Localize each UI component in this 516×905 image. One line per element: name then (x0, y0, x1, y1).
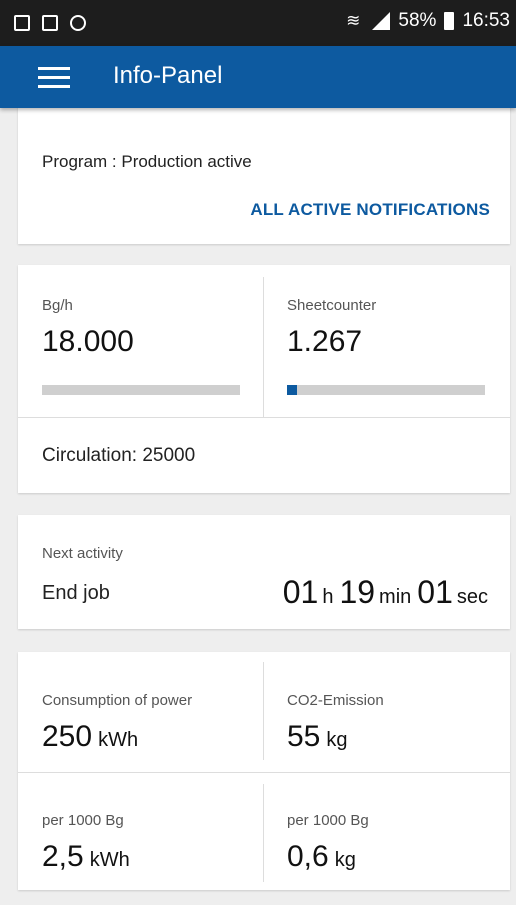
minutes-unit: min (379, 586, 412, 608)
power-number: 250 (42, 720, 93, 753)
seconds-value: 01 (417, 574, 453, 610)
divider (263, 784, 264, 882)
status-bar: ≋ 58% 16:53 (0, 0, 516, 46)
co2-per-unit: kg (334, 849, 356, 871)
sheetcounter-progress-bar (287, 385, 485, 395)
co2-number: 55 (287, 720, 321, 753)
app-bar: Info-Panel (0, 46, 516, 108)
program-status: Program : Production active (42, 152, 252, 171)
battery-percent: 58% (398, 10, 437, 31)
power-per-label: per 1000 Bg (42, 812, 124, 829)
production-card: Bg/h 18.000 Sheetcounter 1.267 Circulati… (18, 265, 510, 493)
power-per-value: 2,5 kWh (42, 840, 130, 874)
clock: 16:53 (462, 10, 510, 31)
circulation-text: Circulation: 25000 (42, 445, 196, 466)
next-activity-label: Next activity (42, 545, 123, 562)
power-value: 250 kWh (42, 720, 138, 754)
notification-card: Last notification 4:04:00 AM 2/3 Program… (18, 100, 510, 244)
sheetcounter-progress-fill (287, 385, 297, 395)
bgh-label: Bg/h (42, 297, 73, 314)
power-label: Consumption of power (42, 692, 193, 709)
power-unit: kWh (98, 729, 139, 751)
hours-value: 01 (282, 574, 319, 610)
page-title: Info-Panel (113, 62, 223, 89)
power-per-unit: kWh (89, 849, 130, 871)
bgh-value: 18.000 (42, 325, 134, 358)
battery-icon (444, 12, 455, 30)
download-icon (14, 15, 30, 31)
divider (263, 277, 264, 417)
countdown-timer: 01 h 19 min 01 sec (283, 574, 488, 611)
co2-unit: kg (326, 729, 348, 751)
image-icon (42, 15, 58, 31)
co2-per-label: per 1000 Bg (287, 812, 369, 829)
divider (18, 417, 510, 418)
menu-icon[interactable] (38, 67, 70, 89)
seconds-unit: sec (456, 586, 488, 608)
co2-per-number: 0,6 (287, 840, 329, 873)
wifi-icon: ≋ (346, 11, 361, 30)
power-per-number: 2,5 (42, 840, 84, 873)
co2-label: CO2-Emission (287, 692, 384, 709)
sheetcounter-label: Sheetcounter (287, 297, 377, 314)
power-icon (70, 15, 86, 31)
co2-value: 55 kg (287, 720, 348, 754)
hours-unit: h (322, 586, 334, 608)
sheetcounter-value: 1.267 (287, 325, 363, 358)
next-activity-card: Next activity End job 01 h 19 min 01 sec (18, 515, 510, 629)
minutes-value: 19 (339, 574, 376, 610)
all-notifications-link[interactable]: ALL ACTIVE NOTIFICATIONS (250, 200, 490, 220)
divider (263, 662, 264, 760)
divider (18, 772, 510, 773)
signal-icon (368, 12, 391, 30)
bgh-progress-bar (42, 385, 240, 395)
energy-card: Consumption of power 250 kWh CO2-Emission… (18, 652, 510, 890)
co2-per-value: 0,6 kg (287, 840, 356, 874)
activity-name: End job (42, 582, 110, 604)
